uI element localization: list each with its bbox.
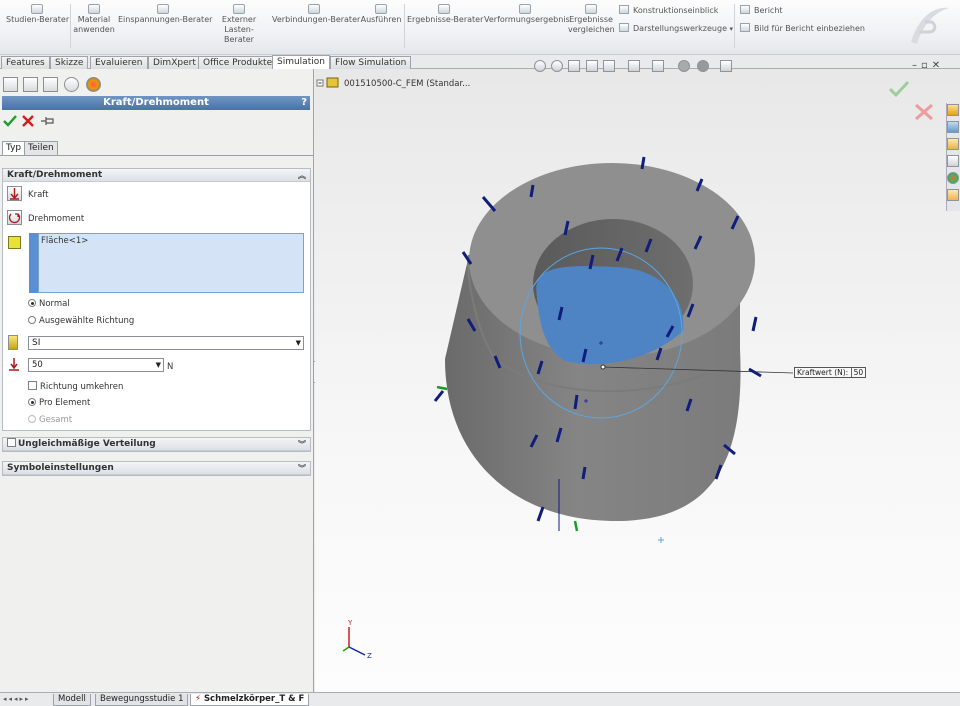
bottom-tab-bar: ◂◂◂▸▸ Modell Bewegungsstudie 1 ⚡ Schmelz…	[0, 692, 960, 706]
tab-simulation[interactable]: Simulation	[272, 55, 330, 69]
expand-chevron-icon[interactable]: ︾	[298, 438, 306, 451]
external-load-advisor-button[interactable]: Externer Lasten-Berater	[210, 4, 268, 45]
report-button[interactable]: Bericht	[740, 5, 783, 16]
force-value-callout[interactable]: Kraftwert (N): 50	[794, 367, 867, 378]
material-icon	[88, 4, 100, 14]
property-manager-icon[interactable]	[23, 77, 38, 92]
help-icon[interactable]: ?	[301, 96, 307, 110]
selected-face-item[interactable]: Fläche<1>	[41, 236, 88, 246]
ds-logo-icon	[911, 7, 949, 44]
radio-total[interactable]: Gesamt	[28, 415, 72, 425]
chevron-down-icon[interactable]: ▼	[156, 359, 161, 371]
bottom-tab-modell[interactable]: Modell	[53, 694, 91, 706]
radio-per-element[interactable]: Pro Element	[28, 398, 90, 408]
unit-system-select[interactable]: SI ▼	[28, 336, 304, 350]
image-report-icon	[740, 23, 750, 32]
panel-title: Kraft/Drehmoment?	[2, 96, 310, 110]
tab-scroll-arrows[interactable]: ◂◂◂▸▸	[3, 695, 31, 703]
units-icon	[8, 335, 18, 350]
compare-icon	[585, 4, 597, 14]
task-pane-library-icon[interactable]	[947, 121, 959, 133]
run-button[interactable]: Ausführen	[360, 4, 402, 25]
cancel-x-icon[interactable]	[22, 115, 34, 127]
task-pane-palette-icon[interactable]	[947, 155, 959, 167]
task-pane-home-icon[interactable]	[947, 104, 959, 116]
task-pane-appearance-icon[interactable]	[947, 172, 959, 184]
deformation-result-button[interactable]: Verformungsergebnis	[484, 4, 570, 25]
fixture-icon	[157, 4, 169, 14]
dimxpert-icon[interactable]	[64, 77, 79, 92]
svg-text:Y: Y	[347, 619, 353, 627]
appearance-icon[interactable]	[86, 77, 101, 92]
feature-tree-icon[interactable]	[3, 77, 18, 92]
force-torque-group-header[interactable]: Kraft/Drehmoment ︽	[3, 169, 310, 182]
tab-skizze[interactable]: Skizze	[50, 56, 89, 69]
nonuniform-distribution-group[interactable]: Ungleichmäßige Verteilung ︾	[2, 437, 311, 452]
torque-icon[interactable]	[7, 210, 22, 225]
expand-chevron-icon[interactable]: ︾	[298, 462, 306, 475]
tab-flow-simulation[interactable]: Flow Simulation	[330, 56, 412, 69]
report-icon	[740, 5, 750, 14]
tab-evaluieren[interactable]: Evaluieren	[90, 56, 148, 69]
model-3d-view[interactable]: Y Z	[315, 69, 946, 692]
include-image-report-button[interactable]: Bild für Bericht einbeziehen	[740, 23, 865, 34]
apply-material-button[interactable]: Material anwenden	[72, 4, 116, 35]
force-option-label[interactable]: Kraft	[28, 190, 48, 200]
plot-tools-button[interactable]: Darstellungswerkzeuge ▾	[619, 23, 733, 34]
radio-selected-direction[interactable]: Ausgewählte Richtung	[28, 316, 134, 326]
collapse-chevron-icon[interactable]: ︽	[298, 169, 306, 182]
property-manager: Kraft/Drehmoment? Typ Teilen Kraft/Drehm…	[0, 69, 320, 692]
command-tabs: Features Skizze Evaluieren DimXpert Offi…	[0, 55, 960, 69]
results-advisor-icon	[438, 4, 450, 14]
nonuniform-checkbox[interactable]	[7, 438, 16, 447]
tab-dimxpert[interactable]: DimXpert	[148, 56, 201, 69]
face-selection-list[interactable]: Fläche<1>	[38, 233, 304, 293]
deformation-icon	[519, 4, 531, 14]
task-pane-folder-icon[interactable]	[947, 138, 959, 150]
bottom-tab-study[interactable]: ⚡ Schmelzkörper_T & F	[190, 694, 310, 706]
subtab-typ[interactable]: Typ	[2, 141, 26, 155]
torque-option-label[interactable]: Drehmoment	[28, 214, 84, 224]
task-pane-custom-icon[interactable]	[947, 189, 959, 201]
design-insight-button[interactable]: Konstruktionseinblick	[619, 5, 718, 16]
results-advisor-button[interactable]: Ergebnisse-Berater	[407, 4, 483, 25]
subtab-teilen[interactable]: Teilen	[24, 141, 58, 155]
force-value-icon	[9, 358, 19, 371]
force-unit-label: N	[167, 362, 174, 372]
bottom-tab-bewegungsstudie[interactable]: Bewegungsstudie 1	[95, 694, 189, 706]
radio-normal[interactable]: Normal	[28, 299, 70, 309]
plot-tools-icon	[619, 23, 629, 32]
symbol-settings-group[interactable]: Symboleinstellungen ︾	[2, 461, 311, 476]
fixture-advisor-button[interactable]: Einspannungen-Berater	[118, 4, 212, 25]
svg-text:Z: Z	[367, 652, 372, 660]
external-load-icon	[233, 4, 245, 14]
force-value-input[interactable]: 50 ▼	[28, 358, 164, 372]
ok-check-icon[interactable]	[3, 115, 17, 127]
force-callout-anchor	[600, 364, 606, 370]
insight-icon	[619, 5, 629, 14]
compare-results-button[interactable]: Ergebnisse vergleichen	[568, 4, 615, 35]
connections-advisor-button[interactable]: Verbindungen-Berater	[272, 4, 360, 25]
study-icon: ⚡	[195, 694, 201, 704]
origin-marker	[658, 537, 664, 543]
selection-color-bar	[29, 233, 38, 293]
face-selection-icon	[8, 236, 21, 249]
tab-features[interactable]: Features	[1, 56, 50, 69]
pushpin-icon[interactable]	[40, 115, 56, 127]
study-advisor-icon	[31, 4, 43, 14]
command-manager-ribbon: Studien-Berater Material anwenden Einspa…	[0, 0, 960, 55]
run-icon	[375, 4, 387, 14]
callout-value[interactable]: 50	[850, 368, 864, 377]
configuration-icon[interactable]	[43, 77, 58, 92]
tab-office-produkte[interactable]: Office Produkte	[198, 56, 278, 69]
axis-triad: Y Z	[342, 619, 372, 660]
force-icon[interactable]	[7, 186, 22, 201]
study-advisor-button[interactable]: Studien-Berater	[6, 4, 69, 25]
chevron-down-icon: ▼	[295, 339, 301, 347]
reverse-direction-checkbox[interactable]: Richtung umkehren	[28, 381, 123, 392]
connections-icon	[308, 4, 320, 14]
